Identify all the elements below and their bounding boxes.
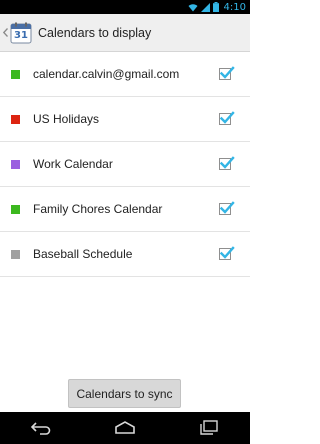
home-icon[interactable] [112, 419, 138, 437]
navigation-bar [0, 412, 250, 444]
wifi-icon [188, 3, 198, 12]
calendar-checkbox[interactable] [219, 201, 235, 216]
battery-icon [212, 2, 219, 12]
calendar-label: Family Chores Calendar [33, 202, 163, 216]
calendar-row[interactable]: US Holidays [0, 97, 250, 142]
calendar-checkbox[interactable] [219, 66, 235, 81]
back-icon[interactable] [29, 419, 55, 437]
calendar-checkbox[interactable] [219, 156, 235, 171]
calendar-color-swatch [11, 204, 20, 214]
calendar-row[interactable]: calendar.calvin@gmail.com [0, 52, 250, 97]
calendar-color-swatch [11, 69, 20, 79]
status-bar: 4:10 [0, 0, 250, 14]
calendar-list: calendar.calvin@gmail.com US Holidays Wo… [0, 52, 250, 277]
calendar-checkbox[interactable] [219, 111, 235, 126]
calendar-color-swatch [11, 114, 20, 124]
calendar-label: Work Calendar [33, 157, 113, 171]
calendars-to-sync-button[interactable]: Calendars to sync [68, 379, 181, 408]
recent-apps-icon[interactable] [195, 419, 221, 437]
calendar-checkbox[interactable] [219, 246, 235, 261]
clock: 4:10 [223, 1, 246, 13]
signal-icon [200, 2, 210, 12]
action-bar: 31 Calendars to display [0, 14, 250, 52]
calendar-label: US Holidays [33, 112, 100, 126]
calendar-row[interactable]: Work Calendar [0, 142, 250, 187]
calendar-app-icon-date: 31 [14, 29, 28, 41]
calendar-label: calendar.calvin@gmail.com [33, 67, 180, 81]
calendar-app-icon[interactable]: 31 [10, 22, 32, 44]
calendar-label: Baseball Schedule [33, 247, 133, 261]
calendar-row[interactable]: Baseball Schedule [0, 232, 250, 277]
calendar-row[interactable]: Family Chores Calendar [0, 187, 250, 232]
calendar-color-swatch [11, 159, 20, 169]
page-title: Calendars to display [38, 25, 152, 40]
calendar-color-swatch [11, 249, 20, 259]
up-caret-icon[interactable] [2, 14, 8, 52]
